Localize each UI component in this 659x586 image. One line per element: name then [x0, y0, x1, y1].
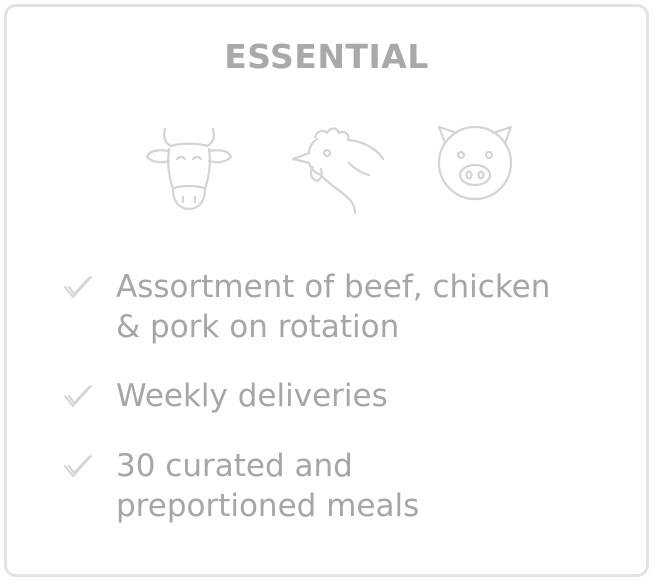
feature-line: preportioned meals — [116, 488, 420, 524]
cow-icon — [143, 119, 235, 215]
protein-icons — [7, 119, 646, 219]
feature-line: 30 curated and — [116, 448, 353, 484]
checkmark-icon — [63, 275, 93, 306]
feature-text: Assortment of beef, chicken & pork on ro… — [116, 267, 636, 347]
feature-text: Weekly deliveries — [116, 376, 636, 416]
checkmark-icon — [63, 384, 93, 415]
feature-line: Assortment of beef, chicken — [116, 269, 551, 305]
plan-title: ESSENTIAL — [224, 37, 429, 76]
checkmark-icon — [63, 454, 93, 485]
feature-line: & pork on rotation — [116, 309, 400, 345]
chicken-icon — [289, 119, 385, 215]
plan-card: ESSENTIAL Assortment of beef, chicken & … — [4, 4, 649, 577]
feature-line: Weekly deliveries — [116, 378, 388, 414]
pig-icon — [433, 119, 517, 203]
feature-text: 30 curated and preportioned meals — [116, 446, 636, 526]
